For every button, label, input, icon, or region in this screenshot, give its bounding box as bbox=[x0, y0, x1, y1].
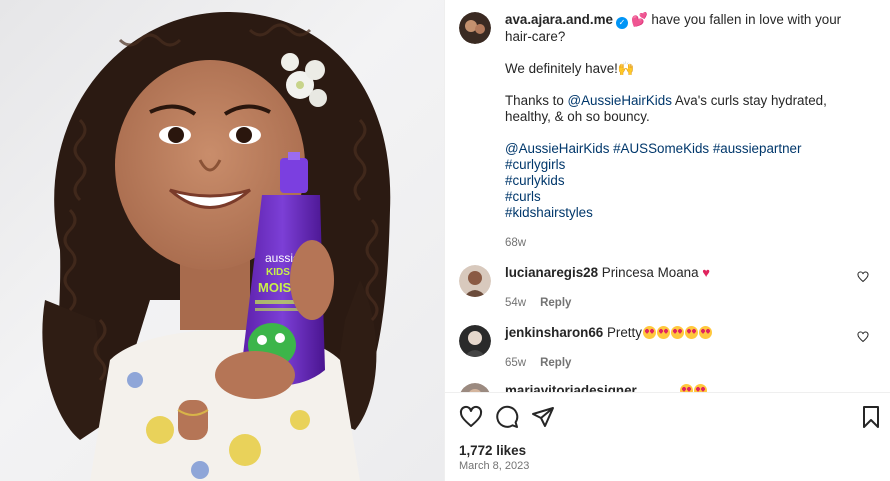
share-icon[interactable] bbox=[531, 405, 555, 429]
hashtag-link[interactable]: #curls bbox=[505, 189, 865, 205]
action-bar: 1,772 likes March 8, 2023 bbox=[445, 392, 890, 481]
heart-eyes-emoji-icon bbox=[670, 326, 684, 339]
likes-count[interactable]: 1,772 likes bbox=[459, 443, 526, 458]
mention-link[interactable]: @AussieHairKids bbox=[568, 93, 672, 108]
heart-eyes-emoji-icon bbox=[694, 384, 708, 392]
heart-eyes-emoji-icon bbox=[680, 384, 694, 392]
avatar[interactable] bbox=[459, 265, 491, 297]
reply-button[interactable]: Reply bbox=[540, 357, 571, 369]
verified-badge-icon: ✓ bbox=[615, 17, 628, 29]
comment-username[interactable]: mariavitoriadesigner bbox=[505, 383, 637, 392]
avatar[interactable] bbox=[459, 12, 491, 44]
avatar[interactable] bbox=[459, 325, 491, 357]
caption-username[interactable]: ava.ajara.and.me bbox=[505, 12, 613, 27]
post-photo[interactable]: aussie KIDS MOIST bbox=[0, 0, 444, 481]
caption-age: 68w bbox=[505, 237, 527, 249]
heart-icon[interactable] bbox=[459, 405, 483, 429]
post-image: aussie KIDS MOIST bbox=[42, 11, 391, 481]
avatar[interactable] bbox=[459, 383, 491, 392]
post-panel: ava.ajara.and.me ✓ 💕 have you fallen in lo… bbox=[444, 0, 890, 481]
heart-eyes-emoji-icon bbox=[684, 326, 698, 339]
comment-text: Pretty bbox=[606, 325, 642, 340]
bookmark-icon[interactable] bbox=[859, 405, 883, 429]
comment-username[interactable]: lucianaregis28 bbox=[505, 265, 598, 280]
comment-item: jenkinsharon66 Pretty 65w Reply bbox=[459, 325, 879, 371]
bottle-line: KIDS bbox=[266, 267, 290, 278]
comments-scroll[interactable]: ava.ajara.and.me ✓ 💕 have you fallen in lo… bbox=[445, 0, 890, 392]
comment-item: lucianaregis28 Princesa Moana ♥ 54w Reply bbox=[459, 265, 879, 311]
heart-eyes-emoji-icon bbox=[698, 326, 712, 339]
comment-icon[interactable] bbox=[495, 405, 519, 429]
hashtag-link[interactable]: #kidshairstyles bbox=[505, 205, 865, 221]
comment-age: 54w bbox=[505, 297, 527, 309]
reply-button[interactable]: Reply bbox=[540, 297, 571, 309]
comment-username[interactable]: jenkinsharon66 bbox=[505, 325, 603, 340]
hashtag-link[interactable]: #curlygirls bbox=[505, 157, 865, 173]
red-heart-emoji-icon: ♥ bbox=[702, 265, 710, 280]
comment-item: mariavitoriadesigner bbox=[459, 383, 879, 392]
comment-like-heart-icon[interactable] bbox=[857, 331, 869, 343]
heart-eyes-emoji-icon bbox=[656, 326, 670, 339]
caption: ava.ajara.and.me ✓ 💕 have you fallen in lo… bbox=[459, 12, 879, 251]
hashtag-link[interactable]: #curlykids bbox=[505, 173, 865, 189]
heart-eyes-emoji-icon bbox=[642, 326, 656, 339]
post-date: March 8, 2023 bbox=[459, 460, 530, 472]
caption-line-2: We definitely have!🙌 bbox=[505, 61, 635, 76]
comment-text: Princesa Moana bbox=[601, 265, 699, 280]
caption-line-3: Thanks to @AussieHairKids Ava's curls st… bbox=[505, 93, 827, 124]
hashtag-line[interactable]: @AussieHairKids #AUSSomeKids #aussiepart… bbox=[505, 141, 801, 156]
comment-age: 65w bbox=[505, 357, 527, 369]
comment-like-heart-icon[interactable] bbox=[857, 271, 869, 283]
